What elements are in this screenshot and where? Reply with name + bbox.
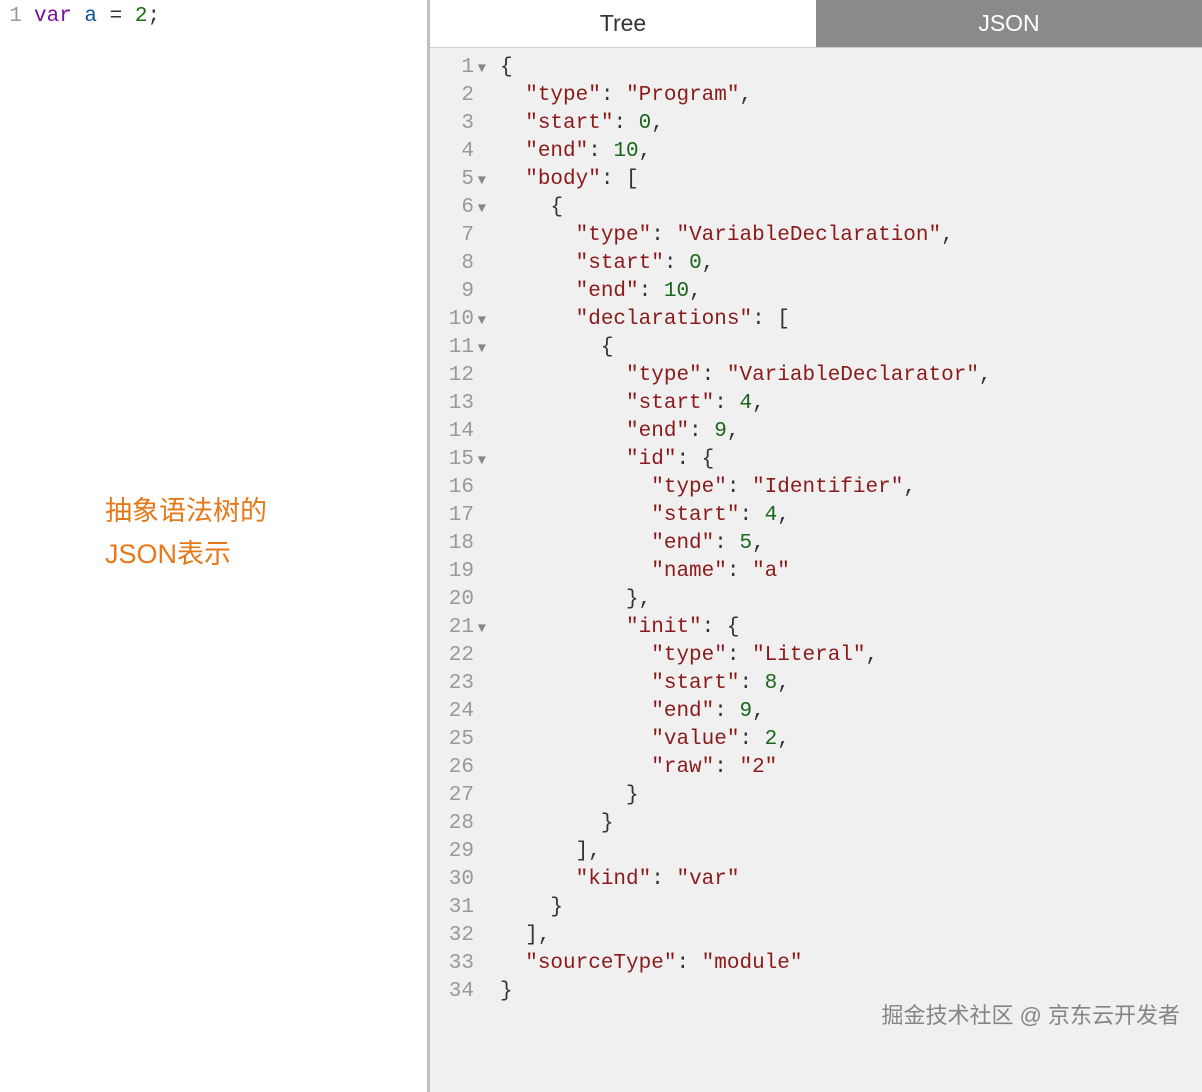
json-line: "start": 4, <box>500 390 1202 418</box>
json-content: { "type": "Program", "start": 0, "end": … <box>492 48 1202 1092</box>
json-line: ], <box>500 838 1202 866</box>
fold-marker-icon[interactable]: ▼ <box>474 447 486 475</box>
line-number: 26 <box>430 754 486 782</box>
source-code-editor[interactable]: 1 var a = 2; <box>0 0 427 33</box>
fold-marker-icon[interactable]: ▼ <box>474 615 486 643</box>
watermark-text: 掘金技术社区 @ 京东云开发者 <box>881 998 1180 1030</box>
line-number: 18 <box>430 530 486 558</box>
annotation-line-2: JSON表示 <box>105 533 267 576</box>
line-number: 7 <box>430 222 486 250</box>
json-line: "end": 10, <box>500 138 1202 166</box>
keyword-var: var <box>34 5 72 28</box>
line-number: 17 <box>430 502 486 530</box>
line-number: 3 <box>430 110 486 138</box>
fold-marker-icon[interactable]: ▼ <box>474 55 486 83</box>
line-number: 15▼ <box>430 446 486 474</box>
source-code-pane: 1 var a = 2; 抽象语法树的 JSON表示 <box>0 0 430 1092</box>
json-line: "start": 4, <box>500 502 1202 530</box>
line-number: 1 <box>0 5 22 28</box>
line-number: 12 <box>430 362 486 390</box>
source-gutter: 1 <box>0 5 30 28</box>
fold-marker-icon[interactable]: ▼ <box>474 335 486 363</box>
number-literal: 2 <box>135 5 148 28</box>
line-number: 29 <box>430 838 486 866</box>
fold-marker-icon[interactable]: ▼ <box>474 167 486 195</box>
json-line: "type": "Program", <box>500 82 1202 110</box>
line-number: 2 <box>430 82 486 110</box>
json-line: "end": 9, <box>500 418 1202 446</box>
line-number: 16 <box>430 474 486 502</box>
json-line: { <box>500 54 1202 82</box>
line-number: 24 <box>430 698 486 726</box>
line-number: 10▼ <box>430 306 486 334</box>
json-line: "sourceType": "module" <box>500 950 1202 978</box>
line-number: 28 <box>430 810 486 838</box>
line-number: 23 <box>430 670 486 698</box>
line-number: 9 <box>430 278 486 306</box>
json-line: "start": 0, <box>500 250 1202 278</box>
line-number: 31 <box>430 894 486 922</box>
line-number: 20 <box>430 586 486 614</box>
annotation-text: 抽象语法树的 JSON表示 <box>105 490 267 576</box>
json-line: "end": 9, <box>500 698 1202 726</box>
line-number: 33 <box>430 950 486 978</box>
json-line: "type": "Identifier", <box>500 474 1202 502</box>
json-line: }, <box>500 586 1202 614</box>
annotation-line-1: 抽象语法树的 <box>105 490 267 533</box>
json-line: "value": 2, <box>500 726 1202 754</box>
line-number: 25 <box>430 726 486 754</box>
line-number: 34 <box>430 978 486 1006</box>
json-line: } <box>500 810 1202 838</box>
line-number: 22 <box>430 642 486 670</box>
json-line: } <box>500 894 1202 922</box>
json-line: "end": 10, <box>500 278 1202 306</box>
fold-marker-icon[interactable]: ▼ <box>474 195 486 223</box>
tab-bar: Tree JSON <box>430 0 1202 48</box>
json-line: "end": 5, <box>500 530 1202 558</box>
output-pane: Tree JSON 1▼2345▼6▼78910▼11▼12131415▼161… <box>430 0 1202 1092</box>
line-number: 8 <box>430 250 486 278</box>
json-line: "init": { <box>500 614 1202 642</box>
json-line: "raw": "2" <box>500 754 1202 782</box>
json-line: "start": 0, <box>500 110 1202 138</box>
json-line: { <box>500 194 1202 222</box>
line-number: 32 <box>430 922 486 950</box>
operator-equals: = <box>110 5 123 28</box>
tab-tree[interactable]: Tree <box>430 0 816 47</box>
line-number: 1▼ <box>430 54 486 82</box>
json-gutter: 1▼2345▼6▼78910▼11▼12131415▼161718192021▼… <box>430 48 492 1092</box>
json-line: "id": { <box>500 446 1202 474</box>
line-number: 11▼ <box>430 334 486 362</box>
line-number: 21▼ <box>430 614 486 642</box>
json-line: "kind": "var" <box>500 866 1202 894</box>
json-line: "name": "a" <box>500 558 1202 586</box>
line-number: 27 <box>430 782 486 810</box>
source-line: var a = 2; <box>30 5 427 28</box>
identifier-a: a <box>84 5 97 28</box>
tab-json[interactable]: JSON <box>816 0 1202 47</box>
line-number: 4 <box>430 138 486 166</box>
line-number: 14 <box>430 418 486 446</box>
semicolon: ; <box>147 5 160 28</box>
json-line: "type": "Literal", <box>500 642 1202 670</box>
json-line: } <box>500 782 1202 810</box>
json-line: "body": [ <box>500 166 1202 194</box>
fold-marker-icon[interactable]: ▼ <box>474 307 486 335</box>
json-line: "type": "VariableDeclaration", <box>500 222 1202 250</box>
line-number: 19 <box>430 558 486 586</box>
json-line: { <box>500 334 1202 362</box>
json-line: ], <box>500 922 1202 950</box>
json-line: "type": "VariableDeclarator", <box>500 362 1202 390</box>
json-editor[interactable]: 1▼2345▼6▼78910▼11▼12131415▼161718192021▼… <box>430 48 1202 1092</box>
line-number: 6▼ <box>430 194 486 222</box>
json-line: "declarations": [ <box>500 306 1202 334</box>
line-number: 5▼ <box>430 166 486 194</box>
line-number: 30 <box>430 866 486 894</box>
json-line: "start": 8, <box>500 670 1202 698</box>
line-number: 13 <box>430 390 486 418</box>
